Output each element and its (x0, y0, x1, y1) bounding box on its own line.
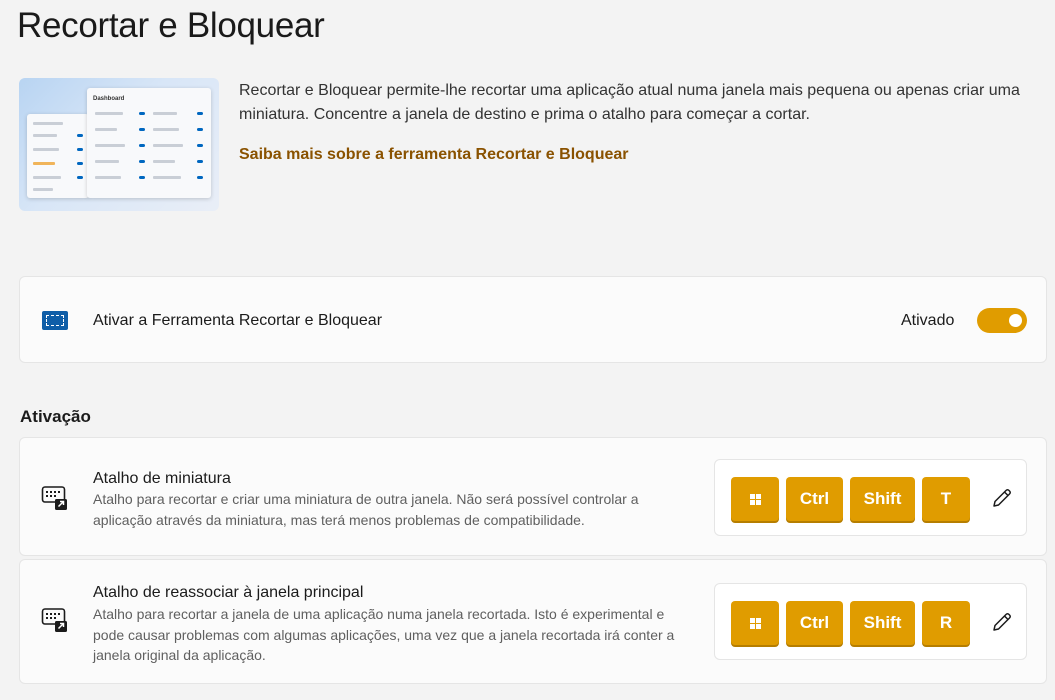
windows-key (731, 601, 779, 645)
enable-card: Ativar a Ferramenta Recortar e Bloquear … (19, 276, 1047, 363)
thumbnail-shortcut-title: Atalho de miniatura (93, 470, 231, 487)
hero-description: Recortar e Bloquear permite-lhe recortar… (239, 82, 1020, 123)
hero-image: Dashboard (19, 78, 219, 211)
reparent-shortcut-description: Atalho para recortar a janela de uma apl… (93, 606, 675, 663)
enable-toggle[interactable] (977, 308, 1027, 333)
letter-key: T (922, 477, 970, 521)
thumbnail-shortcut-card: Atalho de miniatura Atalho para recortar… (19, 437, 1047, 556)
reparent-shortcut-title: Atalho de reassociar à janela principal (93, 584, 364, 601)
keyboard-shortcut-icon (41, 486, 67, 510)
thumbnail-shortcut-description: Atalho para recortar e criar uma miniatu… (93, 491, 639, 528)
reparent-shortcut-keys[interactable]: Ctrl Shift R (714, 583, 1027, 660)
crop-lock-icon (42, 311, 68, 330)
ctrl-key: Ctrl (786, 477, 843, 521)
windows-logo-icon (749, 617, 761, 629)
edit-pencil-icon[interactable] (990, 486, 1014, 510)
toggle-knob (1009, 314, 1022, 327)
shift-key: Shift (850, 601, 915, 645)
enable-state-label: Ativado (901, 312, 955, 329)
letter-key: R (922, 601, 970, 645)
windows-logo-icon (749, 493, 761, 505)
page-title: Recortar e Bloquear (17, 6, 325, 45)
thumbnail-shortcut-keys[interactable]: Ctrl Shift T (714, 459, 1027, 536)
enable-label: Ativar a Ferramenta Recortar e Bloquear (93, 312, 383, 329)
shift-key: Shift (850, 477, 915, 521)
keyboard-shortcut-icon (41, 608, 67, 632)
hero-image-caption: Dashboard (93, 96, 125, 102)
section-header-activation: Ativação (20, 407, 91, 426)
windows-key (731, 477, 779, 521)
reparent-shortcut-card: Atalho de reassociar à janela principal … (19, 559, 1047, 684)
learn-more-link[interactable]: Saiba mais sobre a ferramenta Recortar e… (239, 146, 629, 164)
edit-pencil-icon[interactable] (990, 610, 1014, 634)
ctrl-key: Ctrl (786, 601, 843, 645)
